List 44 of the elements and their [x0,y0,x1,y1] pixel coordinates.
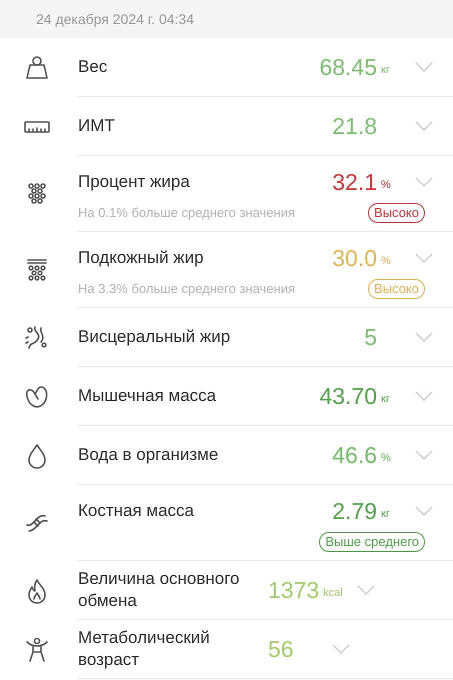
metric-value: 21.8 [332,113,377,139]
metric-value: 68.45 [319,54,377,80]
status-badge: Высоко [368,203,425,223]
metric-value: 30.0 [332,245,377,271]
metric-label: Вода в организме [78,444,220,466]
metric-label: Вес [78,56,108,78]
chevron-down-icon[interactable] [415,121,433,131]
chevron-down-icon[interactable] [357,585,376,595]
metric-label: Метаболический возраст [78,627,211,671]
metric-value: 1373 [268,577,320,603]
metric-value: 2.79 [332,498,377,524]
metric-label: Процент жира [78,171,191,193]
weight-icon [23,54,51,82]
chevron-down-icon[interactable] [415,177,433,187]
unit-label: kcal [322,586,344,601]
chevron-down-icon[interactable] [415,253,433,263]
chevron-down-icon[interactable] [415,450,433,460]
metric-value: 46.6 [332,442,377,468]
unit-label: кг [380,506,391,522]
chevron-down-icon[interactable] [332,644,350,654]
note-text: На 3.3% больше среднего значения [78,280,296,298]
metric-label: Мышечная масса [78,385,218,407]
unit-label: кг [380,62,391,78]
metric-value: 56 [268,636,294,662]
status-badge: Высоко [368,279,425,299]
metric-value: 5 [364,324,377,350]
chevron-down-icon[interactable] [415,332,433,342]
unit-label: % [380,450,392,466]
metric-value: 32.1 [332,169,377,195]
note-text: На 0.1% больше среднего значения [78,204,296,222]
unit-label: % [380,178,392,193]
metric-label: Висцеральный жир [78,326,232,348]
metric-value: 43.70 [319,383,377,409]
status-badge: Выше среднего [319,532,425,552]
metric-label: Подкожный жир [78,247,205,269]
metric-label: ИМТ [78,115,116,137]
metric-label: Костная масса [78,500,196,522]
unit-label: кг [380,392,391,407]
date-label: 24 декабря 2024 г. 04:34 [36,10,194,29]
chevron-down-icon[interactable] [415,391,433,401]
chevron-down-icon[interactable] [415,62,433,72]
metric-label: Величина основного обмена [78,568,241,612]
chevron-down-icon[interactable] [415,506,433,516]
unit-label: % [380,254,392,269]
